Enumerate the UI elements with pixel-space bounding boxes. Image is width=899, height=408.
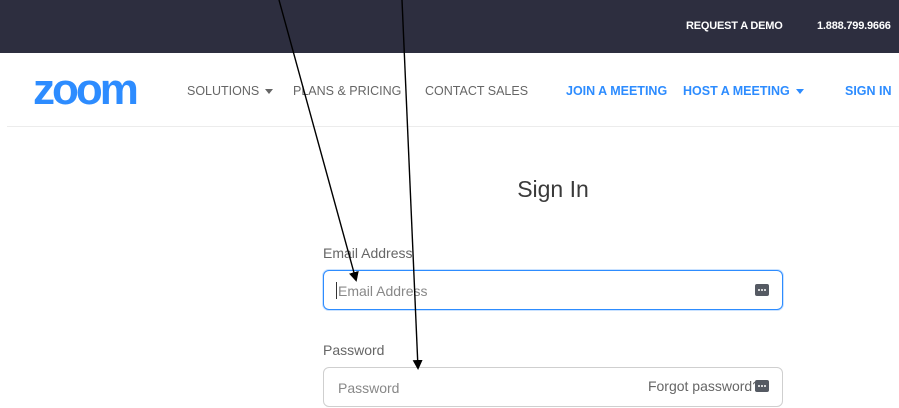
nav-solutions[interactable]: SOLUTIONS [187,82,274,100]
request-demo-link[interactable]: REQUEST A DEMO [686,0,783,53]
zoom-logo[interactable]: zoom [33,68,139,112]
nav-plans-pricing[interactable]: PLANS & PRICING [293,82,401,100]
header-divider [7,126,899,127]
chevron-down-icon [795,89,804,95]
password-manager-key-icon[interactable] [755,284,769,296]
nav-host-meeting-label: HOST A MEETING [683,84,790,98]
page-title: Sign In [517,176,589,202]
forgot-password-link[interactable]: Forgot password? [648,378,760,394]
nav-join-meeting[interactable]: JOIN A MEETING [566,82,667,100]
password-manager-key-icon[interactable] [755,380,769,392]
nav-solutions-label: SOLUTIONS [187,84,260,98]
nav-sign-in[interactable]: SIGN IN [845,82,892,100]
text-cursor [336,282,337,299]
email-input[interactable] [336,271,640,311]
chevron-down-icon [265,89,274,95]
phone-number-link[interactable]: 1.888.799.9666 [817,0,891,53]
email-label: Email Address [323,245,413,261]
top-bar: REQUEST A DEMO 1.888.799.9666 [0,0,899,53]
nav-host-meeting[interactable]: HOST A MEETING [683,82,804,100]
password-input[interactable] [336,368,640,408]
email-field[interactable] [323,270,783,311]
password-field[interactable]: Forgot password? [323,367,783,408]
nav-contact-sales[interactable]: CONTACT SALES [425,82,528,100]
password-label: Password [323,342,385,358]
